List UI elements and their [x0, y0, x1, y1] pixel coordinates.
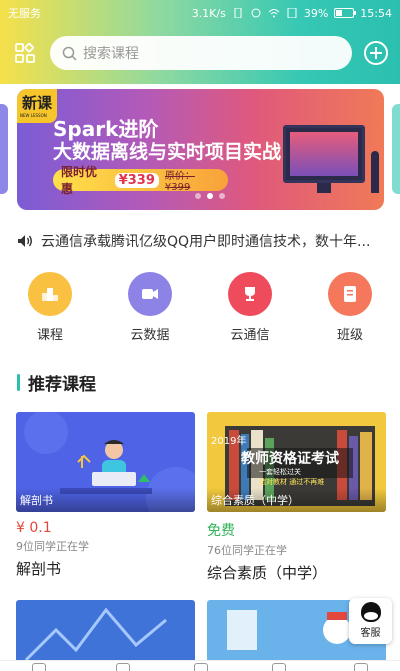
section-title: 推荐课程 [28, 374, 96, 395]
promo-banner[interactable]: 新课 NEW LESSON Spark进阶 大数据离线与实时项目实战 限时优惠 … [17, 89, 384, 210]
customer-service-button[interactable]: 客服 [349, 598, 392, 644]
status-bar: 无服务 3.1K/s 39% 15:54 [0, 0, 400, 26]
sim-icon [286, 7, 298, 19]
section-accent-bar [17, 373, 20, 391]
announcement-text: 云通信承载腾讯亿级QQ用户即时通信技术，数十年... [41, 234, 371, 250]
trophy-icon [228, 272, 272, 316]
course-learners: 9位同学正在学 [16, 540, 89, 553]
banner-price-pill: 限时优惠 ¥339 原价：¥399 [53, 165, 228, 196]
banner-next-peek [392, 104, 400, 194]
course-price: ¥ 0.1 [16, 520, 52, 536]
course-price: 免费 [207, 523, 235, 539]
announcement-bar[interactable]: 云通信承载腾讯亿级QQ用户即时通信技术，数十年... [17, 230, 387, 252]
vibrate-icon [232, 7, 244, 19]
promo-label: 限时优惠 [61, 165, 98, 196]
thumb-subtitle-2: 选对教材 通过不再难 [259, 478, 325, 486]
banner-dot[interactable] [219, 193, 225, 199]
banner-title-line2: 大数据离线与实时项目实战 [53, 141, 282, 163]
thumb-title: 教师资格证考试 [241, 451, 339, 467]
search-input[interactable]: 搜索课程 [50, 36, 352, 70]
carrier-label: 无服务 [8, 7, 41, 20]
category-label: 云数据 [130, 328, 170, 343]
wifi-icon [268, 8, 280, 18]
network-speed: 3.1K/s [191, 6, 226, 20]
person-illustration [371, 151, 379, 193]
category-class[interactable]: 班级 [315, 272, 385, 343]
banner-dot[interactable] [207, 193, 213, 199]
banner-dot[interactable] [195, 193, 201, 199]
category-row: 课程 云数据 云通信 班级 [0, 272, 400, 343]
tab-home-icon[interactable] [32, 663, 46, 671]
course-thumbnail: 解剖书 [16, 412, 195, 512]
category-label: 云通信 [230, 328, 270, 343]
promo-price: ¥339 [114, 172, 159, 188]
top-bar: 搜索课程 [0, 34, 400, 72]
banner-pagination [195, 193, 225, 199]
alarm-icon [250, 8, 262, 18]
course-card[interactable]: 2019年 教师资格证考试 一套轻松过关 选对教材 通过不再难 综合素质（中学）… [207, 412, 386, 583]
clock: 15:54 [360, 6, 392, 20]
add-button[interactable] [364, 41, 388, 65]
podium-icon [28, 272, 72, 316]
video-camera-icon [128, 272, 172, 316]
new-course-badge-sub: NEW LESSON [20, 113, 47, 118]
monitor-illustration [283, 125, 365, 183]
customer-service-label: 客服 [360, 628, 381, 639]
category-label: 班级 [336, 328, 363, 343]
course-tag: 综合素质（中学） [207, 488, 386, 512]
category-label: 课程 [36, 328, 63, 343]
search-placeholder: 搜索课程 [83, 46, 139, 62]
tab-course-icon[interactable] [116, 663, 130, 671]
course-card[interactable]: 解剖书 ¥ 0.1 9位同学正在学 解剖书 [16, 412, 195, 579]
thumb-subtitle: 一套轻松过关 [259, 468, 301, 476]
battery-icon [334, 8, 357, 18]
course-name: 综合素质（中学） [207, 564, 328, 582]
banner-prev-peek [0, 104, 8, 194]
category-cloud-comm[interactable]: 云通信 [215, 272, 285, 343]
tab-message-icon[interactable] [272, 663, 286, 671]
battery-percent: 39% [303, 6, 329, 20]
course-name: 解剖书 [16, 560, 62, 578]
category-grid-icon[interactable] [15, 42, 35, 63]
document-icon [328, 272, 372, 316]
section-header: 推荐课程 [17, 371, 96, 395]
thumb-year: 2019年 [211, 436, 247, 447]
search-icon [62, 46, 77, 61]
category-course[interactable]: 课程 [15, 272, 85, 343]
original-price: 原价：¥399 [164, 171, 195, 193]
course-learners: 76位同学正在学 [207, 544, 287, 557]
tab-profile-icon[interactable] [354, 663, 368, 671]
course-thumbnail: 2019年 教师资格证考试 一套轻松过关 选对教材 通过不再难 综合素质（中学） [207, 412, 386, 512]
status-indicators: 3.1K/s 39% 15:54 [192, 7, 392, 20]
qq-penguin-icon [360, 602, 381, 622]
monitor-stand [317, 183, 331, 193]
tab-discover-icon[interactable] [194, 663, 208, 671]
speaker-icon [18, 235, 32, 247]
category-cloud-data[interactable]: 云数据 [115, 272, 185, 343]
course-tag: 解剖书 [16, 488, 195, 512]
bottom-tab-bar [0, 660, 400, 671]
